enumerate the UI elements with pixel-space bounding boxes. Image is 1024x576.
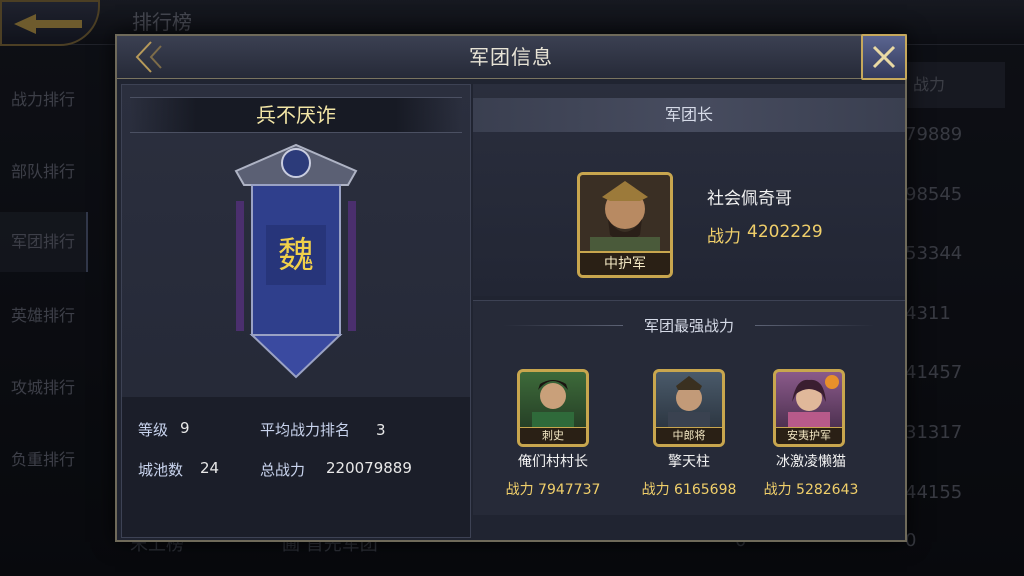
banner-character: 魏 <box>278 235 314 276</box>
legion-stats: 等级 9 平均战力排名 3 城池数 24 总战力 220079889 <box>122 397 470 537</box>
power-value: 7947737 <box>538 482 601 498</box>
dialog-header: 军团信息 <box>117 36 905 79</box>
hero-avatar-icon <box>788 375 839 430</box>
avg-rank-label: 平均战力排名 <box>260 421 351 439</box>
hero-avatar-icon <box>532 380 574 430</box>
leader-portrait[interactable]: 中护军 <box>577 172 673 278</box>
leader-power-label: 战力 <box>707 227 741 247</box>
level-label: 等级 <box>138 421 169 439</box>
warrior-avatar-icon <box>580 175 670 253</box>
power-value: 6165698 <box>674 482 737 498</box>
member-power: 战力 7947737 <box>483 479 623 499</box>
close-button[interactable] <box>861 34 907 80</box>
strongest-section-title: 军团最强战力 <box>643 317 734 335</box>
member-power: 战力 6165698 <box>619 479 759 499</box>
member-portrait-1[interactable]: 刺史 <box>517 369 589 447</box>
member-name: 俺们村村长 <box>518 454 588 470</box>
total-power-value: 220079889 <box>326 459 412 477</box>
legion-leader-panel: 军团长 中护军 社会佩奇哥 战力 4202229 <box>473 84 905 296</box>
cities-value: 24 <box>200 459 220 477</box>
member-portrait-3[interactable]: 安夷护军 <box>773 369 845 447</box>
member-rank-tag: 刺史 <box>520 427 586 444</box>
member-portrait-2[interactable]: 中郎将 <box>653 369 725 447</box>
legion-info-dialog: 军团信息 兵不厌诈 魏 等级 9 平均战力排名 3 城池数 24 总战力 220… <box>115 34 907 542</box>
dialog-title: 军团信息 <box>469 45 553 69</box>
legion-overview-panel: 兵不厌诈 魏 等级 9 平均战力排名 3 城池数 24 总战力 22007988… <box>121 84 471 538</box>
power-value: 5282643 <box>796 482 859 498</box>
close-icon <box>872 45 896 69</box>
legion-banner-icon: 魏 <box>234 143 358 379</box>
member-name: 冰激凌懒猫 <box>776 454 846 470</box>
power-label: 战力 <box>641 482 670 498</box>
member-rank-tag: 安夷护军 <box>776 427 842 444</box>
avg-rank-value: 3 <box>376 421 386 439</box>
leader-rank-tag: 中护军 <box>580 251 670 275</box>
member-name: 擎天柱 <box>668 454 710 470</box>
total-power-label: 总战力 <box>260 461 306 479</box>
legion-name-bar: 兵不厌诈 <box>130 97 462 133</box>
hero-avatar-icon <box>668 376 710 430</box>
leader-section-title: 军团长 <box>664 105 713 124</box>
strongest-members-panel: 军团最强战力 刺史 俺们村村长 战力 7947737 中郎将 擎天柱 战力 61… <box>473 300 905 515</box>
level-value: 9 <box>180 419 190 437</box>
member-rank-tag: 中郎将 <box>656 427 722 444</box>
cities-label: 城池数 <box>138 461 184 479</box>
power-label: 战力 <box>505 482 534 498</box>
leader-name: 社会佩奇哥 <box>707 189 792 209</box>
power-label: 战力 <box>763 482 792 498</box>
leader-power-value: 4202229 <box>747 222 823 242</box>
leader-title-bar: 军团长 <box>473 98 905 132</box>
member-power: 战力 5282643 <box>741 479 881 499</box>
legion-name: 兵不厌诈 <box>256 103 336 127</box>
